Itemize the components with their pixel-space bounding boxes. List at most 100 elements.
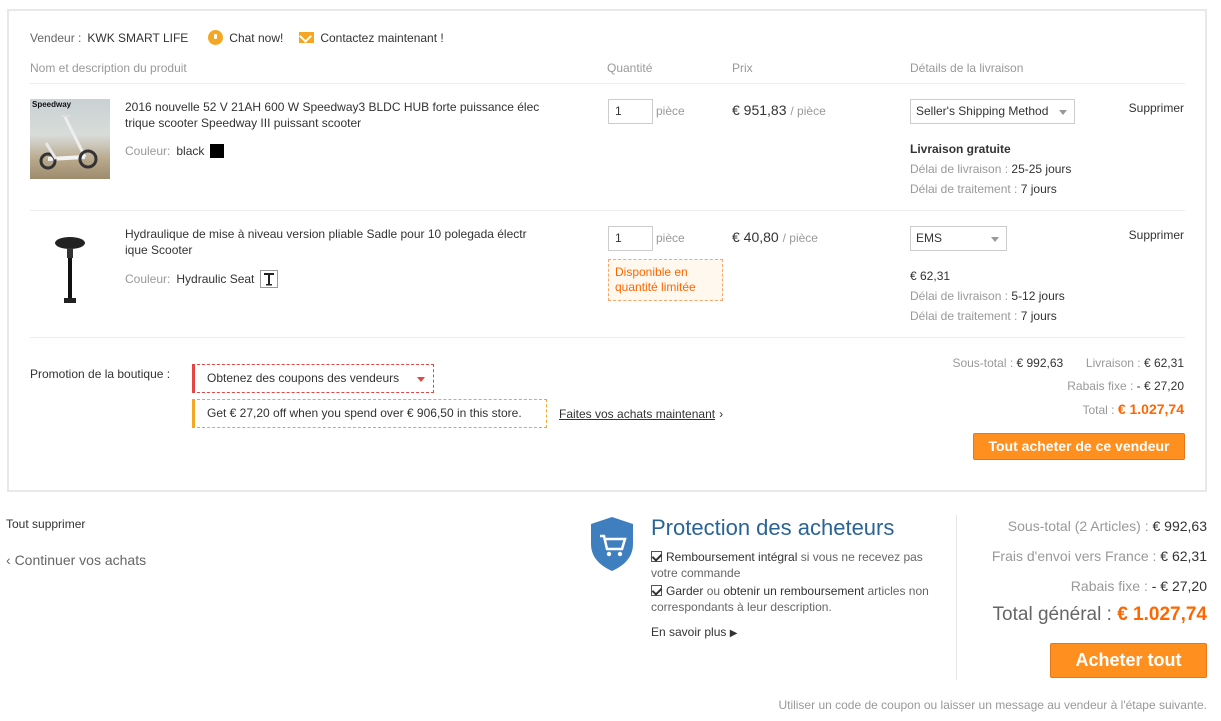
product-title-link[interactable]: Hydraulique de mise à niveau version pli…	[125, 226, 550, 258]
thumbnail-brand-text: Speedway	[32, 100, 72, 109]
protection-item-refund: Remboursement intégral si vous ne receve…	[651, 549, 931, 581]
shop-now-link[interactable]: Faites vos achats maintenant ›	[559, 407, 723, 421]
order-discount-value: - € 27,20	[1151, 578, 1207, 594]
product-thumbnail-scooter[interactable]: Speedway	[30, 99, 110, 179]
chat-now-link[interactable]: Chat now!	[208, 30, 283, 45]
learn-more-link[interactable]: En savoir plus ▶	[651, 625, 737, 639]
quantity-unit: pièce	[656, 231, 685, 245]
chevron-right-icon: ›	[719, 407, 724, 421]
processing-time-label: Délai de traitement :	[910, 309, 1018, 323]
seat-image	[55, 237, 85, 303]
product-title-link[interactable]: 2016 nouvelle 52 V 21AH 600 W Speedway3 …	[125, 99, 550, 131]
store-total-value: € 1.027,74	[1117, 401, 1184, 417]
order-subtotal-line: Sous-total (2 Articles) : € 992,63	[1008, 518, 1207, 534]
store-total-line: Total : € 1.027,74	[1082, 401, 1184, 417]
seller-coupons-label: Obtenez des coupons des vendeurs	[207, 371, 400, 385]
shipping-method-select[interactable]: Seller's Shipping Method	[910, 99, 1075, 124]
delivery-time-value: 25-25 jours	[1011, 162, 1072, 176]
protection-item-text: ou	[703, 584, 724, 598]
processing-time-value: 7 jours	[1020, 182, 1057, 196]
summary-divider	[956, 515, 957, 680]
order-discount-label: Rabais fixe :	[1070, 578, 1148, 594]
seller-coupons-dropdown[interactable]: Obtenez des coupons des vendeurs	[192, 364, 434, 393]
shipping-cost: Livraison gratuite	[910, 142, 1011, 156]
store-cart-box: Vendeur : KWK SMART LIFE Chat now! Conta…	[7, 9, 1207, 492]
unit-price: € 951,83 / pièce	[732, 102, 826, 118]
shop-now-label: Faites vos achats maintenant	[559, 407, 716, 421]
delivery-time-label: Délai de livraison :	[910, 162, 1009, 176]
seller-name[interactable]: KWK SMART LIFE	[87, 31, 188, 45]
learn-more-label: En savoir plus	[651, 625, 727, 639]
shipping-cost: € 62,31	[910, 269, 951, 283]
order-subtotal-label: Sous-total (2 Articles) :	[1007, 518, 1149, 534]
delete-all-link[interactable]: Tout supprimer	[6, 517, 85, 531]
divider	[30, 83, 1185, 84]
price-per-unit: / pièce	[782, 231, 818, 245]
product-color: Couleur: black	[125, 144, 225, 158]
seller-label: Vendeur :	[30, 30, 82, 45]
delivery-time-label: Délai de livraison :	[910, 289, 1009, 303]
buyer-protection-title: Protection des acheteurs	[651, 515, 895, 540]
store-offer: Get € 27,20 off when you spend over € 90…	[192, 399, 547, 428]
delivery-time: Délai de livraison : 25-25 jours	[910, 162, 1071, 176]
unit-price: € 40,80 / pièce	[732, 229, 818, 245]
chat-now-label: Chat now!	[229, 30, 284, 45]
column-header-price: Prix	[732, 61, 753, 75]
chevron-right-icon: ▶	[729, 628, 738, 639]
continue-shopping-link[interactable]: ‹ Continuer vos achats	[6, 552, 146, 568]
checkbox-icon	[651, 585, 662, 596]
order-discount-line: Rabais fixe : - € 27,20	[1071, 578, 1207, 594]
scooter-image	[39, 115, 98, 170]
coupon-footnote: Utiliser un code de coupon ou laisser un…	[778, 698, 1207, 712]
delivery-time-value: 5-12 jours	[1011, 289, 1065, 303]
order-subtotal-value: € 992,63	[1152, 518, 1208, 534]
seller-line: Vendeur : KWK SMART LIFE Chat now! Conta…	[30, 30, 444, 45]
order-shipping-value: € 62,31	[1160, 548, 1207, 564]
processing-time: Délai de traitement : 7 jours	[910, 182, 1057, 196]
store-subtotal-line: Sous-total : € 992,63 Livraison : € 62,3…	[952, 356, 1184, 370]
checkbox-icon	[651, 551, 662, 562]
grand-total-label: Total général :	[992, 604, 1112, 625]
product-thumbnail-seat[interactable]	[30, 226, 110, 306]
color-label: Couleur:	[125, 144, 171, 158]
order-shipping-label: Frais d'envoi vers France :	[991, 548, 1157, 564]
product-color: Couleur: Hydraulic Seat	[125, 270, 279, 288]
buy-all-button[interactable]: Acheter tout	[1050, 643, 1207, 678]
seat-swatch-icon	[260, 270, 279, 288]
store-discount-line: Rabais fixe : - € 27,20	[1067, 379, 1184, 393]
column-header-quantity: Quantité	[607, 61, 653, 75]
column-header-delivery: Détails de la livraison	[910, 61, 1024, 75]
protection-item-keep: Garder ou obtenir un remboursement artic…	[651, 583, 931, 615]
price-value: € 40,80	[732, 229, 779, 245]
column-header-product: Nom et description du produit	[30, 61, 187, 75]
store-subtotal-value: € 992,63	[1016, 356, 1064, 370]
delete-item-button[interactable]: Supprimer	[1129, 228, 1184, 242]
chevron-down-icon	[991, 237, 999, 242]
chevron-down-icon	[1059, 110, 1067, 115]
shipping-method-select[interactable]: EMS	[910, 226, 1007, 251]
store-discount-label: Rabais fixe :	[1067, 379, 1134, 393]
limited-stock-notice: Disponible en quantité limitée	[608, 259, 723, 301]
mail-icon	[299, 32, 315, 43]
quantity-input[interactable]: 1	[608, 99, 653, 124]
quantity-input[interactable]: 1	[608, 226, 653, 251]
store-total-label: Total :	[1082, 403, 1115, 417]
store-subtotal-label: Sous-total :	[952, 356, 1014, 370]
color-label: Couleur:	[125, 272, 171, 286]
shipping-method-value: EMS	[916, 231, 943, 245]
buy-all-from-vendor-button[interactable]: Tout acheter de ce vendeur	[973, 433, 1185, 460]
price-per-unit: / pièce	[790, 104, 826, 118]
shipping-method-value: Seller's Shipping Method	[916, 104, 1049, 118]
contact-now-link[interactable]: Contactez maintenant !	[299, 31, 444, 45]
processing-time-label: Délai de traitement :	[910, 182, 1018, 196]
protection-item-strong: obtenir un remboursement	[723, 584, 865, 598]
chevron-left-icon: ‹	[6, 552, 15, 568]
price-value: € 951,83	[732, 102, 787, 118]
store-shipping-label: Livraison :	[1085, 356, 1141, 370]
protection-item-strong: Garder	[666, 584, 704, 598]
processing-time: Délai de traitement : 7 jours	[910, 309, 1057, 323]
store-discount-value: - € 27,20	[1136, 379, 1184, 393]
color-value: Hydraulic Seat	[176, 272, 255, 286]
delete-item-button[interactable]: Supprimer	[1129, 101, 1184, 115]
chevron-down-icon	[417, 377, 425, 382]
